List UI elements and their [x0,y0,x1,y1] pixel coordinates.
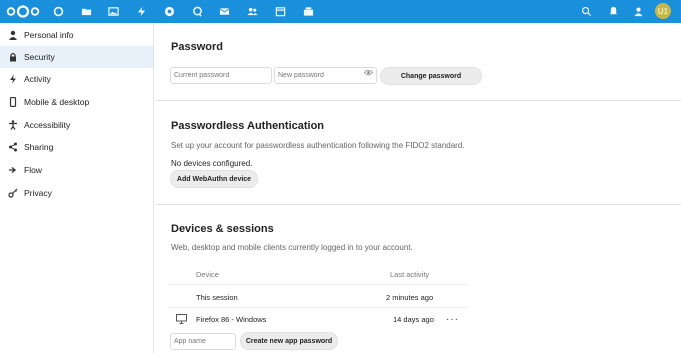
app-name-input[interactable] [170,333,236,350]
top-bar: U1 [0,0,681,23]
section-title: Password [171,41,223,53]
nextcloud-logo[interactable] [6,5,40,18]
key-icon [8,188,18,198]
show-password-icon[interactable] [364,68,373,77]
devices-section: Devices & sessions Web, desktop and mobi… [155,205,681,353]
sidebar-item-security[interactable]: Security [0,46,153,68]
calendar-icon[interactable] [274,5,287,18]
sidebar-item-mobile-desktop[interactable]: Mobile & desktop [0,91,153,113]
sidebar-item-personal-info[interactable]: Personal info [0,24,153,46]
sidebar-item-label: Personal info [24,30,74,40]
session-last-activity: 14 days ago [393,315,434,324]
section-description: Set up your account for passwordless aut… [171,141,465,150]
session-more-button[interactable]: ··· [446,314,459,325]
sidebar-item-activity[interactable]: Activity [0,68,153,90]
search-bubble-icon[interactable] [191,5,204,18]
devices-status: No devices configured. [171,159,253,168]
accessibility-icon [8,120,18,130]
current-password-input[interactable] [170,67,272,84]
passwordless-section: Passwordless Authentication Set up your … [155,101,681,205]
add-webauthn-button[interactable]: Add WebAuthn device [170,170,258,188]
photos-icon[interactable] [107,5,120,18]
session-device: This session [196,293,238,302]
sidebar-item-label: Activity [24,74,51,84]
desktop-icon [176,314,187,324]
sidebar-item-label: Mobile & desktop [24,97,90,107]
change-password-button[interactable]: Change password [380,67,482,85]
create-app-password-button[interactable]: Create new app password [240,332,338,350]
files-icon[interactable] [80,5,93,18]
sidebar-item-accessibility[interactable]: Accessibility [0,114,153,136]
row-divider [170,284,467,285]
phone-icon [8,97,18,107]
deck-icon[interactable] [302,5,315,18]
lock-icon [8,52,18,62]
settings-sidebar: Personal info Security Activity Mobile &… [0,23,154,353]
section-title: Devices & sessions [171,223,274,235]
notifications-icon[interactable] [607,5,620,18]
contacts-menu-icon[interactable] [632,5,645,18]
sidebar-item-label: Flow [24,165,42,175]
sidebar-item-flow[interactable]: Flow [0,159,153,181]
sidebar-item-label: Accessibility [24,120,71,130]
sidebar-item-label: Privacy [24,188,52,198]
talk-icon[interactable] [163,5,176,18]
column-header-device: Device [196,270,219,279]
sidebar-item-label: Sharing [24,142,54,152]
sidebar-item-label: Security [24,52,55,62]
sidebar-item-sharing[interactable]: Sharing [0,136,153,158]
flow-icon [8,165,18,175]
sidebar-item-privacy[interactable]: Privacy [0,182,153,204]
new-password-input[interactable] [274,67,377,84]
column-header-last-activity: Last activity [390,270,430,279]
avatar[interactable]: U1 [655,3,671,19]
password-section: Password [155,23,681,101]
session-last-activity: 2 minutes ago [386,293,434,302]
dashboard-icon[interactable] [52,5,65,18]
section-title: Passwordless Authentication [171,120,325,132]
activity-icon[interactable] [135,5,148,18]
section-description: Web, desktop and mobile clients currentl… [171,243,413,252]
search-icon[interactable] [580,5,593,18]
person-icon [8,30,18,40]
row-divider [170,307,467,308]
session-device: Firefox 86 - Windows [196,315,267,324]
mail-icon[interactable] [218,5,231,18]
share-icon [8,142,18,152]
activity-icon [8,74,18,84]
contacts-icon[interactable] [246,5,259,18]
